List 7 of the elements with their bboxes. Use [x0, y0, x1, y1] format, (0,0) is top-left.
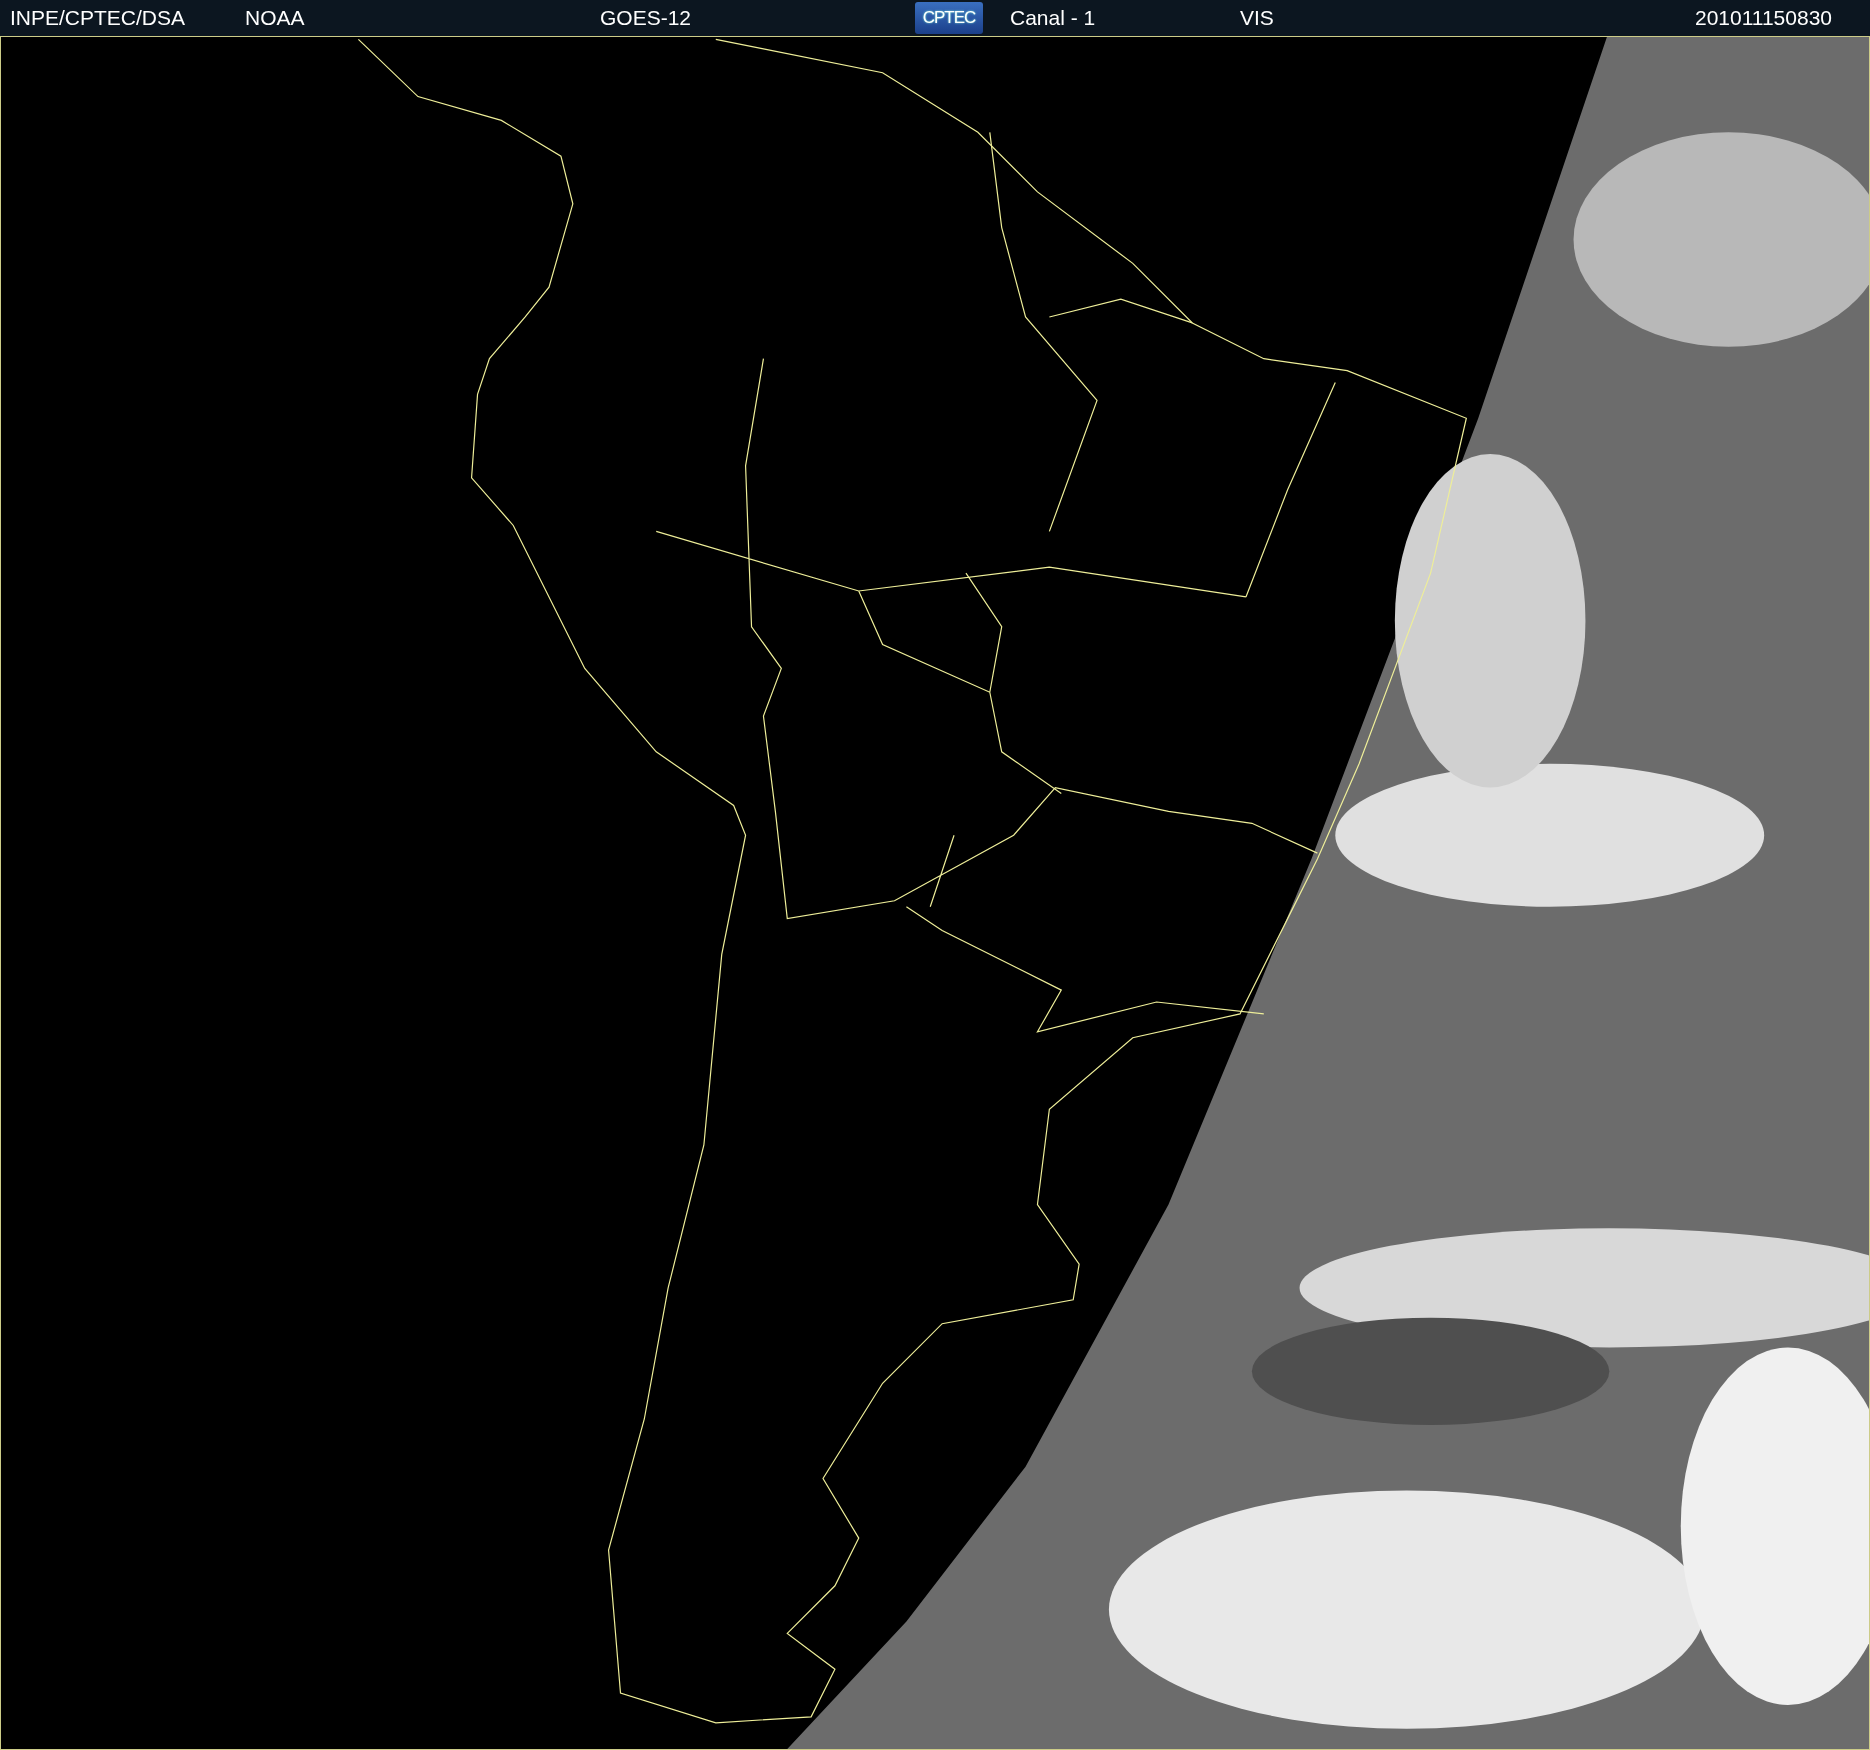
logo: CPTEC: [915, 2, 983, 34]
header-label: Canal - 1: [1010, 6, 1097, 30]
header-label: VIS: [1240, 6, 1275, 30]
header-label: INPE/CPTEC/DSA: [10, 6, 187, 30]
header-label: GOES-12: [600, 6, 693, 30]
header-label: NOAA: [245, 6, 306, 30]
header-label: 201011150830: [1694, 6, 1833, 30]
